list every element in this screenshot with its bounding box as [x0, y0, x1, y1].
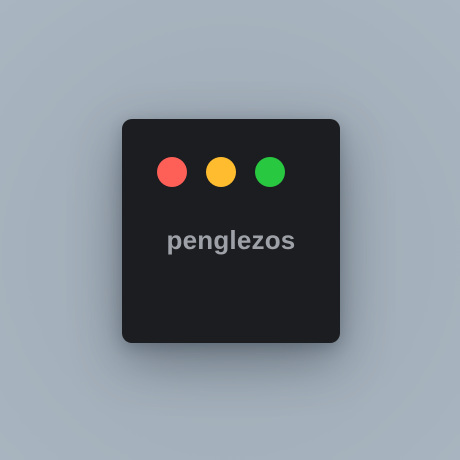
- close-button[interactable]: [157, 157, 187, 187]
- maximize-button[interactable]: [255, 157, 285, 187]
- app-window: penglezos: [122, 119, 340, 343]
- window-title: penglezos: [166, 225, 296, 255]
- window-controls: [157, 157, 285, 187]
- minimize-button[interactable]: [206, 157, 236, 187]
